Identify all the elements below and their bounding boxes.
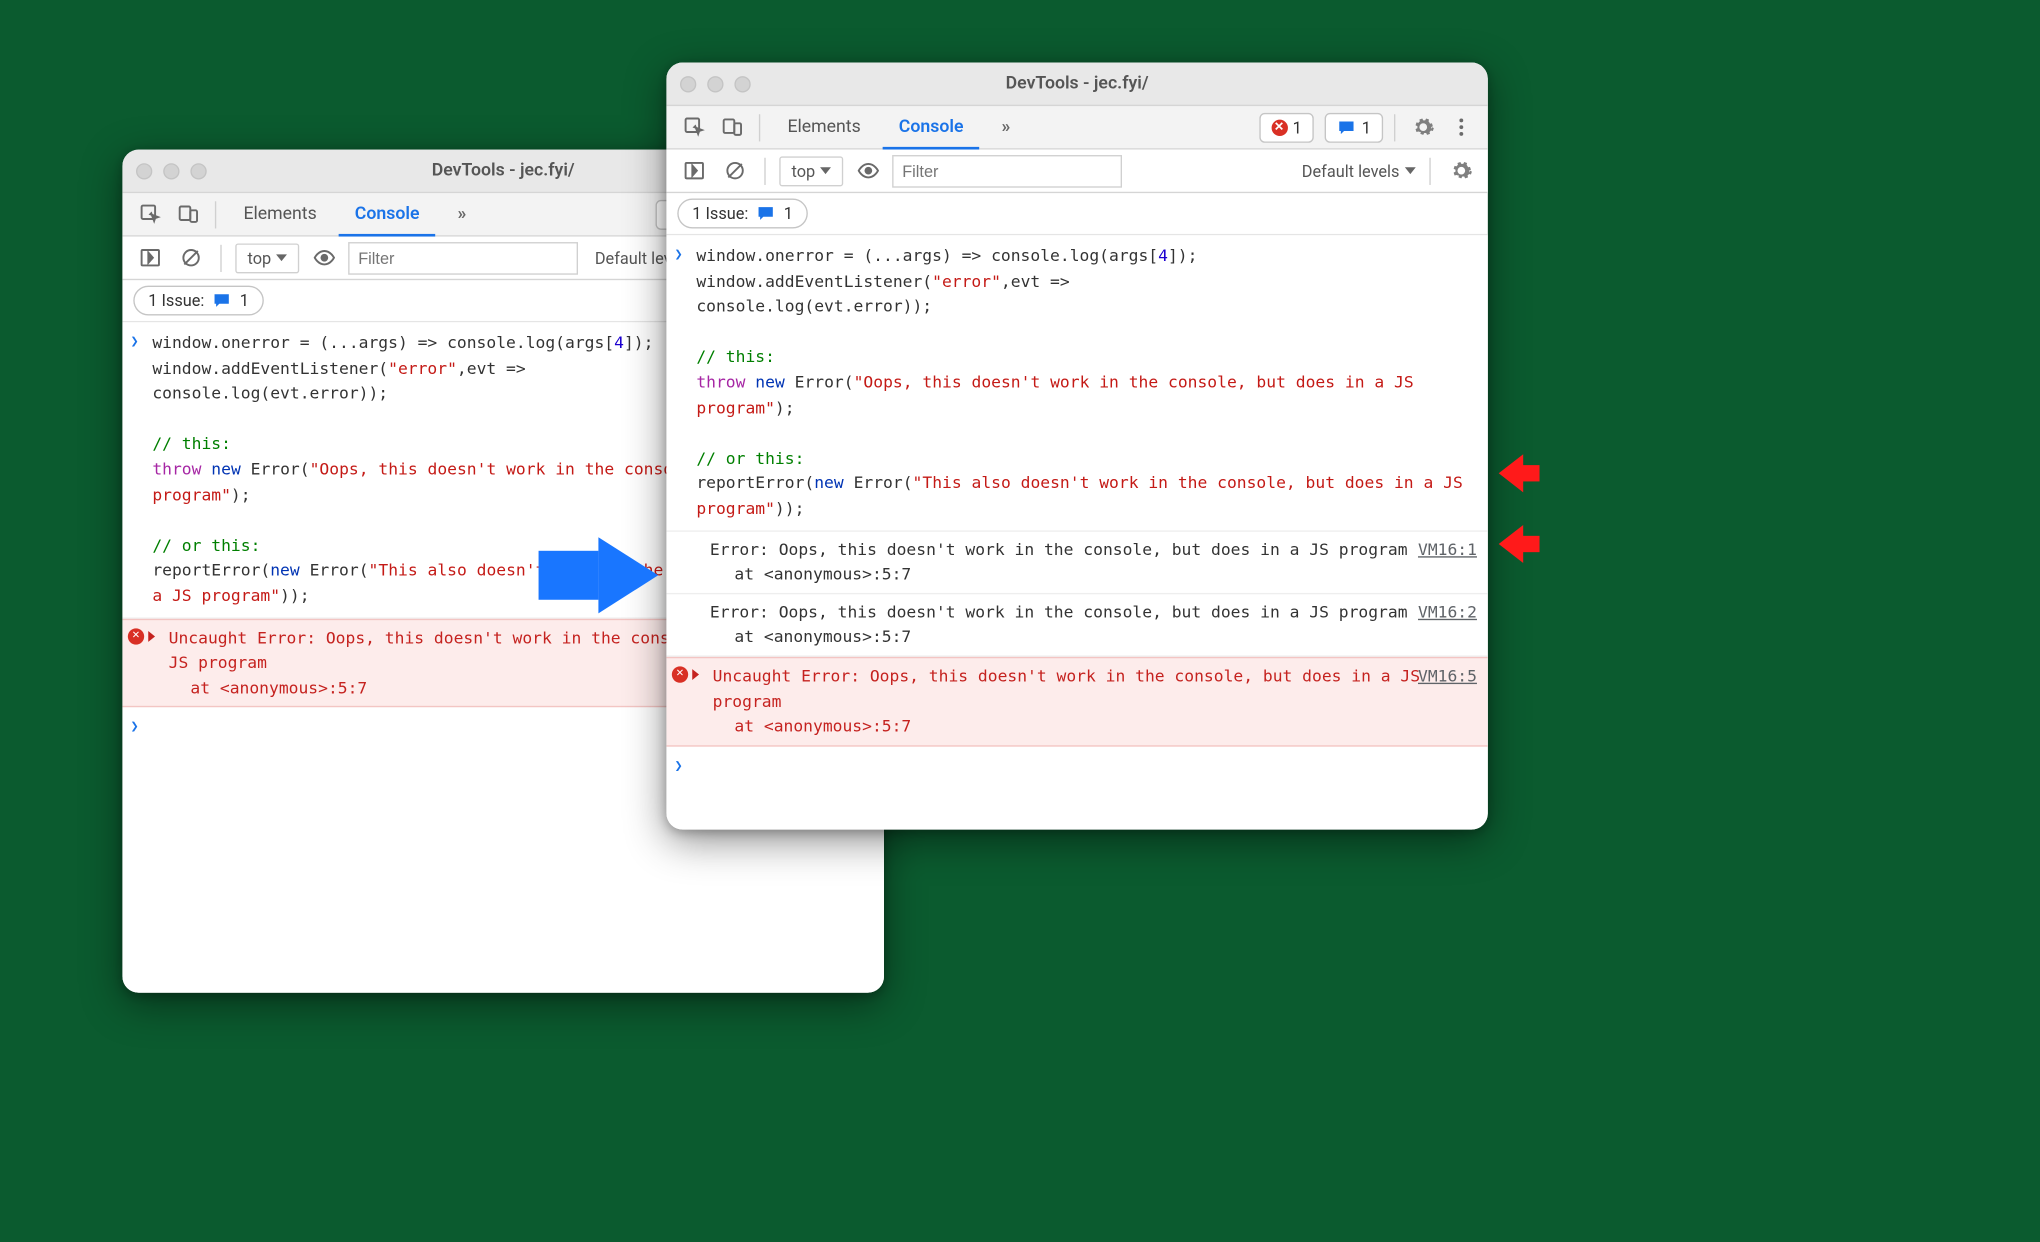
context-select[interactable]: top [779,156,843,186]
traffic-zoom[interactable] [734,75,750,91]
sidebar-toggle-icon[interactable] [677,154,710,187]
error-icon: ✕ [128,628,144,644]
separator [1429,157,1430,184]
expand-icon[interactable] [148,630,155,641]
panel-tabs: Elements Console » ✕ 1 1 [666,106,1487,150]
separator [215,201,216,228]
filter-input[interactable] [893,154,1123,187]
eye-icon[interactable] [852,154,885,187]
input-chevron-icon: ❯ [675,245,683,266]
separator [1394,114,1395,141]
error-count: 1 [1293,118,1302,137]
error-icon: ✕ [672,666,688,682]
traffic-close[interactable] [680,75,696,91]
tab-elements[interactable]: Elements [771,105,877,149]
input-chevron-icon: ❯ [675,756,683,777]
issues-row: 1 Issue: 1 [666,193,1487,235]
stack-trace: at <anonymous>:5:7 [696,562,1477,587]
code-line: console.log(evt.error)); [696,294,1482,319]
error-message: Uncaught Error: Oops, this doesn't work … [696,664,1477,715]
input-chevron-icon: ❯ [131,717,139,738]
issues-count: 1 [784,204,793,223]
tabs-overflow[interactable]: » [441,192,482,236]
inspect-icon[interactable] [677,111,710,144]
code-line: window.onerror = (...args) => console.lo… [696,243,1482,268]
tab-console[interactable]: Console [882,106,979,150]
kebab-icon[interactable] [1444,111,1477,144]
source-link[interactable]: VM16:5 [1418,664,1477,689]
context-label: top [248,248,272,267]
gear-icon[interactable] [1406,111,1439,144]
traffic-close[interactable] [136,163,152,179]
gear-icon[interactable] [1444,154,1477,187]
log-message: Error: Oops, this doesn't work in the co… [696,537,1477,562]
devtools-window-after: DevTools - jec.fyi/ Elements Console » ✕… [666,63,1487,830]
chevron-down-icon [277,254,288,261]
message-icon [1337,118,1356,137]
traffic-minimize[interactable] [707,75,723,91]
inspect-icon[interactable] [133,198,166,231]
message-icon [213,291,232,310]
input-chevron-icon: ❯ [131,332,139,353]
traffic-minimize[interactable] [163,163,179,179]
context-select[interactable]: top [235,243,299,273]
code-line: // this: [696,345,1482,370]
console-body[interactable]: ❯ window.onerror = (...args) => console.… [666,235,1487,829]
tab-elements[interactable]: Elements [227,192,333,236]
issues-label: 1 Issue: [148,291,204,310]
title-bar[interactable]: DevTools - jec.fyi/ [666,63,1487,107]
filter-input[interactable] [349,241,579,274]
console-error-row[interactable]: ✕ VM16:5 Uncaught Error: Oops, this does… [666,657,1487,746]
eye-icon[interactable] [308,241,341,274]
arrow-blue-annotation [598,537,658,613]
log-message: Error: Oops, this doesn't work in the co… [696,599,1477,624]
window-title: DevTools - jec.fyi/ [666,73,1487,93]
issues-count: 1 [240,291,249,310]
separator [759,114,760,141]
stack-trace: at <anonymous>:5:7 [696,714,1477,739]
chevron-down-icon [821,167,832,174]
tabs-overflow[interactable]: » [985,105,1026,149]
arrow-red-annotation [1499,525,1523,563]
arrow-red-annotation [1499,454,1523,492]
source-link[interactable]: VM16:2 [1418,599,1477,624]
traffic-lights [680,75,751,91]
clear-console-icon[interactable] [718,154,751,187]
traffic-zoom[interactable] [190,163,206,179]
context-label: top [792,161,816,180]
code-line: throw new Error("Oops, this doesn't work… [696,370,1482,421]
code-line: // or this: [696,446,1482,471]
error-counter[interactable]: ✕ 1 [1259,112,1314,142]
message-count: 1 [1362,118,1371,137]
levels-label: Default levels [1302,161,1400,180]
error-icon: ✕ [1271,119,1287,135]
separator [764,157,765,184]
message-icon [757,204,776,223]
message-counter[interactable]: 1 [1325,112,1383,142]
chevron-down-icon [1405,167,1416,174]
console-log-row[interactable]: VM16:2 Error: Oops, this doesn't work in… [666,594,1487,657]
console-prompt[interactable]: ❯ [666,746,1487,762]
clear-console-icon[interactable] [174,241,207,274]
source-link[interactable]: VM16:1 [1418,537,1477,562]
traffic-lights [136,163,207,179]
issues-pill[interactable]: 1 Issue: 1 [677,199,808,229]
issues-pill[interactable]: 1 Issue: 1 [133,286,264,316]
console-toolbar: top Default levels [666,150,1487,194]
expand-icon[interactable] [692,669,699,680]
device-toggle-icon[interactable] [715,111,748,144]
sidebar-toggle-icon[interactable] [133,241,166,274]
code-line: reportError(new Error("This also doesn't… [696,471,1482,522]
tab-console[interactable]: Console [338,193,435,237]
levels-select[interactable]: Default levels [1302,161,1416,180]
console-input-history: ❯ window.onerror = (...args) => console.… [666,235,1487,531]
device-toggle-icon[interactable] [171,198,204,231]
code-line: window.addEventListener("error",evt => [696,269,1482,294]
issues-label: 1 Issue: [692,204,748,223]
separator [220,244,221,271]
console-log-row[interactable]: VM16:1 Error: Oops, this doesn't work in… [666,531,1487,594]
stack-trace: at <anonymous>:5:7 [696,625,1477,650]
